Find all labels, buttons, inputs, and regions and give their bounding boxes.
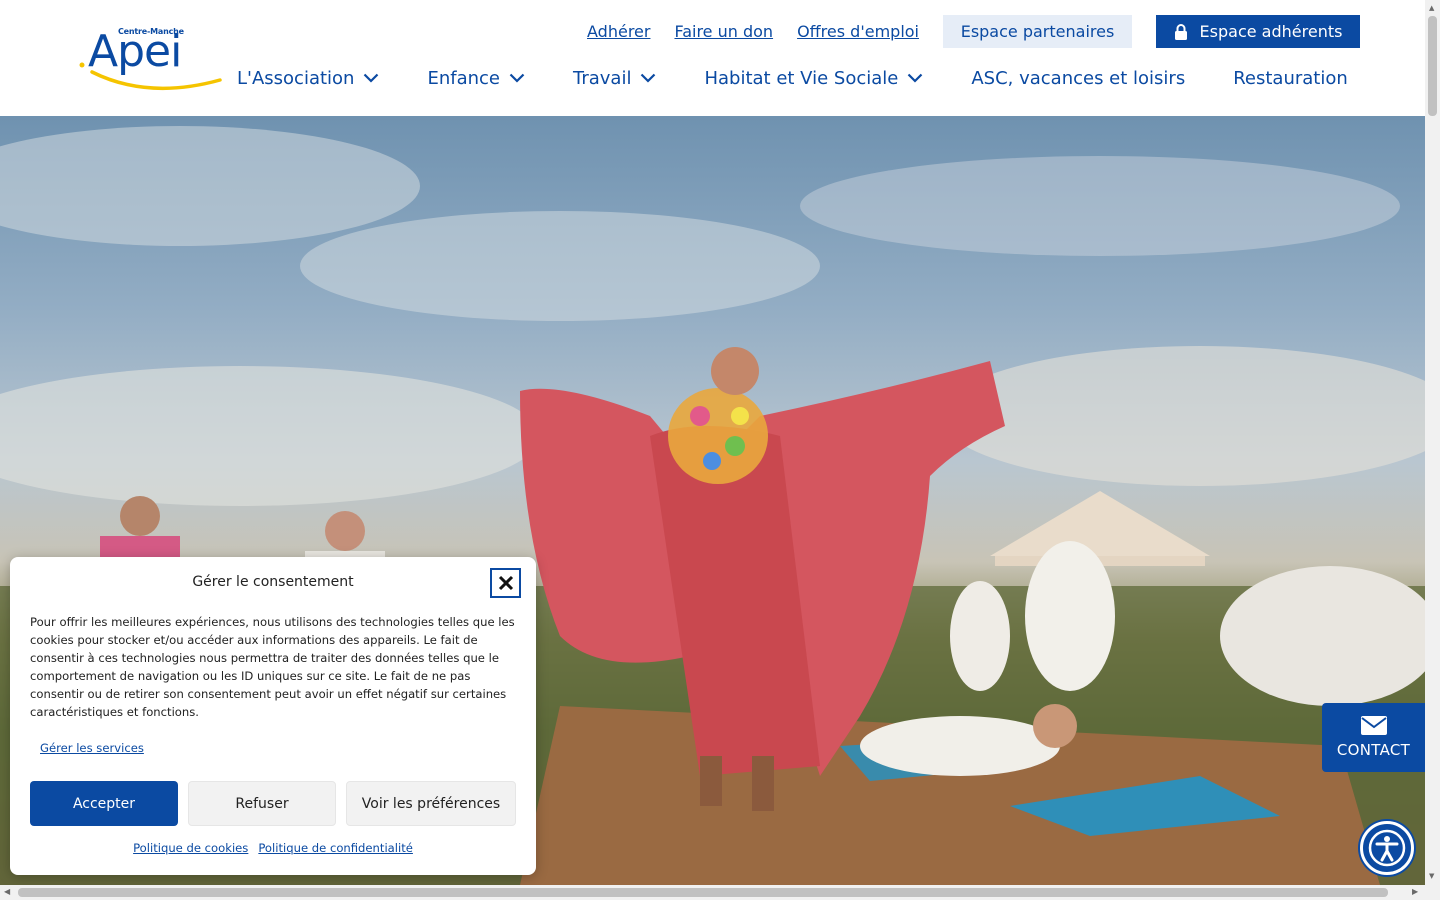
mail-icon: [1360, 716, 1387, 735]
accessibility-button[interactable]: [1360, 821, 1414, 875]
logo-swoosh-icon: [79, 62, 222, 91]
chevron-down-icon: [509, 73, 525, 83]
site-logo[interactable]: Centre-Manche Apei: [78, 24, 226, 92]
nav-item-label: ASC, vacances et loisirs: [971, 67, 1186, 89]
horizontal-scrollbar[interactable]: ◀ ▶: [0, 885, 1440, 900]
nav-item-label: Enfance: [427, 67, 500, 89]
cookie-policy-link[interactable]: Politique de cookies: [133, 841, 248, 855]
privacy-policy-link[interactable]: Politique de confidentialité: [258, 841, 413, 855]
chevron-down-icon: [908, 73, 923, 83]
nav-item-label: L'Association: [237, 67, 355, 89]
refuse-button[interactable]: Refuser: [188, 781, 336, 826]
partners-space-label: Espace partenaires: [960, 22, 1115, 41]
scroll-left-arrow-icon[interactable]: ◀: [4, 887, 10, 896]
link-adherer[interactable]: Adhérer: [587, 22, 650, 41]
main-nav: L'Association Enfance Travail Habitat et…: [237, 64, 1348, 92]
vertical-scrollbar[interactable]: ▲ ▼: [1425, 0, 1440, 885]
vertical-scroll-thumb[interactable]: [1428, 16, 1437, 116]
members-space-button[interactable]: Espace adhérents: [1156, 15, 1360, 48]
consent-policy-links: Politique de cookies Politique de confid…: [10, 841, 536, 855]
contact-label: CONTACT: [1336, 741, 1411, 759]
site-header: Centre-Manche Apei Adhérer Faire un don …: [0, 0, 1425, 116]
scroll-right-arrow-icon[interactable]: ▶: [1412, 887, 1418, 896]
manage-services-link[interactable]: Gérer les services: [40, 741, 144, 755]
cookie-consent-dialog: Gérer le consentement Pour offrir les me…: [10, 557, 536, 875]
nav-item-label: Habitat et Vie Sociale: [704, 67, 899, 89]
scroll-down-arrow-icon[interactable]: ▼: [1429, 872, 1434, 880]
link-faire-un-don[interactable]: Faire un don: [674, 22, 773, 41]
horizontal-scroll-thumb[interactable]: [18, 888, 1388, 897]
chevron-down-icon: [364, 73, 379, 83]
accessibility-icon: [1368, 829, 1406, 867]
consent-body-text: Pour offrir les meilleures expériences, …: [30, 615, 515, 719]
nav-item-label: Restauration: [1233, 67, 1348, 89]
close-icon: [498, 575, 513, 591]
top-links-bar: Adhérer Faire un don Offres d'emploi Esp…: [563, 15, 1360, 48]
lock-icon: [1174, 23, 1187, 40]
nav-item-asc-loisirs[interactable]: ASC, vacances et loisirs: [971, 68, 1185, 89]
scroll-up-arrow-icon[interactable]: ▲: [1429, 4, 1434, 12]
consent-title: Gérer le consentement: [192, 574, 354, 590]
accept-button[interactable]: Accepter: [30, 781, 178, 826]
nav-item-habitat[interactable]: Habitat et Vie Sociale: [704, 68, 923, 89]
nav-item-label: Travail: [573, 67, 632, 89]
preferences-button[interactable]: Voir les préférences: [346, 781, 516, 826]
nav-item-association[interactable]: L'Association: [237, 68, 379, 89]
nav-item-enfance[interactable]: Enfance: [427, 68, 525, 89]
contact-button[interactable]: CONTACT: [1322, 703, 1425, 772]
nav-item-travail[interactable]: Travail: [573, 68, 656, 89]
chevron-down-icon: [641, 73, 656, 83]
consent-close-button[interactable]: [490, 568, 521, 598]
nav-item-restauration[interactable]: Restauration: [1233, 68, 1348, 89]
members-space-label: Espace adhérents: [1199, 22, 1343, 41]
partners-space-button[interactable]: Espace partenaires: [943, 15, 1132, 48]
link-offres-emploi[interactable]: Offres d'emploi: [797, 22, 919, 41]
